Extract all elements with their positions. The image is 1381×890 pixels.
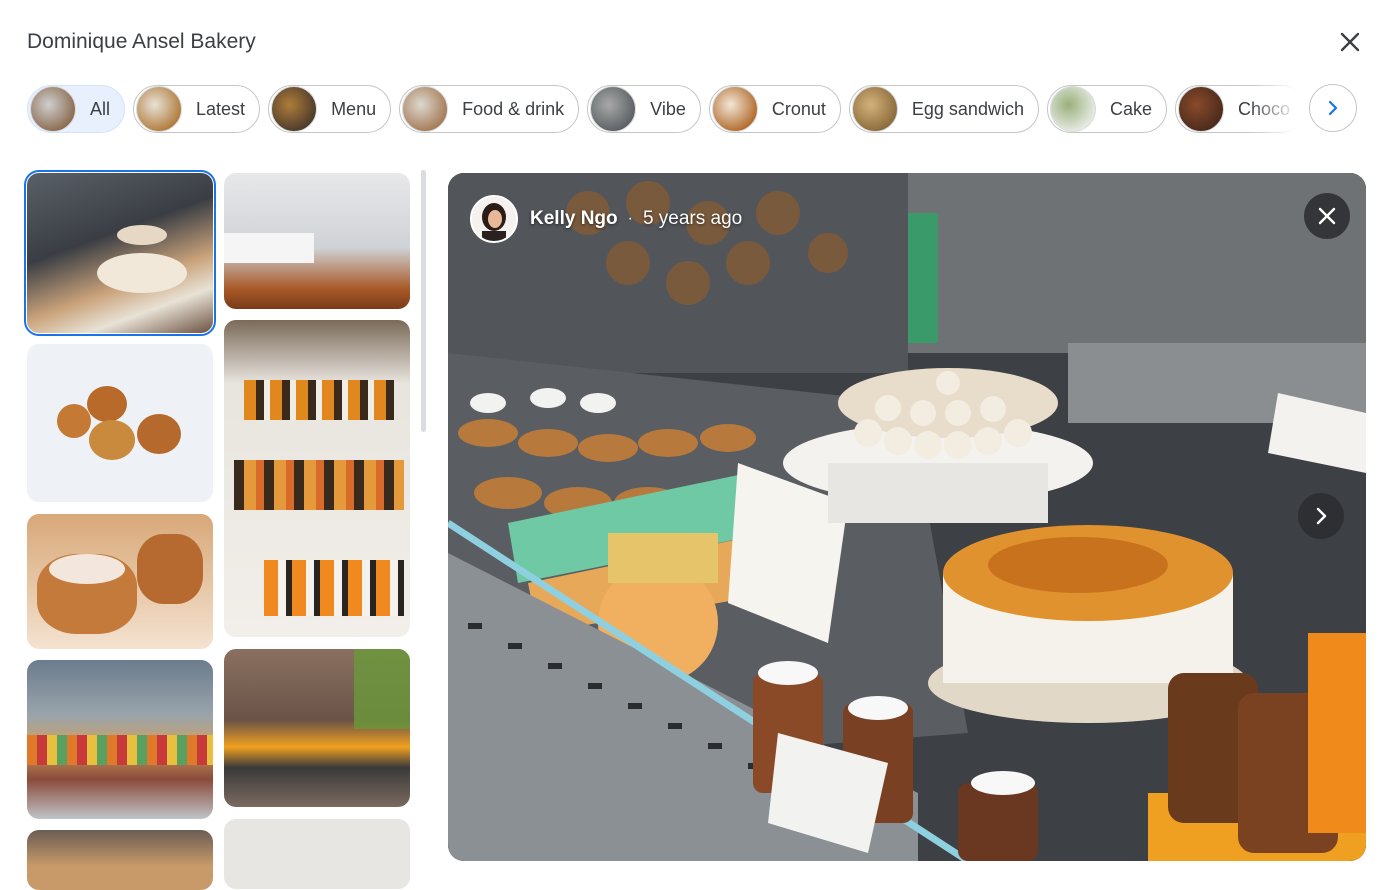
chip-label: Latest: [196, 98, 246, 119]
chip-thumbnail: [851, 86, 898, 132]
chip-label: Egg sandwich: [911, 98, 1024, 119]
chip-choco[interactable]: Choco: [1175, 85, 1299, 133]
close-icon: [1318, 207, 1336, 225]
grid-scrollbar[interactable]: [421, 170, 426, 432]
cookie-shape: [87, 386, 127, 422]
photo-thumbnail-signs[interactable]: [224, 819, 410, 889]
cronut-shape: [137, 534, 203, 604]
photo-thumbnail-croissant[interactable]: [27, 830, 213, 890]
counter-shape: [224, 233, 314, 263]
photo-thumbnail-cronut[interactable]: [27, 514, 213, 649]
shelf-products: [234, 460, 404, 510]
chip-label: Vibe: [650, 98, 686, 119]
tree-shape: [354, 649, 410, 729]
macaron-rows: [27, 735, 213, 765]
meringue-shape: [117, 225, 167, 245]
cake-shape: [97, 253, 187, 293]
close-button[interactable]: [1334, 26, 1366, 58]
avatar[interactable]: [470, 195, 518, 243]
chip-label: Cronut: [771, 98, 826, 119]
chevron-right-icon: [1328, 100, 1338, 116]
shelf-products: [244, 380, 394, 420]
cookie-shape: [57, 404, 91, 438]
cookie-shape: [137, 414, 181, 454]
shelf-products: [264, 560, 404, 616]
chip-menu[interactable]: Menu: [268, 85, 392, 133]
chips-next-button[interactable]: [1309, 84, 1357, 132]
photo-author: Kelly Ngo · 5 years ago: [470, 195, 742, 243]
chip-thumbnail: [402, 86, 449, 132]
chip-label: Choco: [1238, 98, 1291, 119]
chip-thumbnail: [30, 86, 76, 132]
chip-vibe[interactable]: Vibe: [587, 85, 701, 133]
chip-label: Menu: [331, 98, 377, 119]
chip-cake[interactable]: Cake: [1046, 85, 1167, 133]
chip-label: Food & drink: [462, 98, 565, 119]
photo-thumbnail-storefront[interactable]: [224, 649, 410, 807]
photo-age: 5 years ago: [642, 208, 743, 229]
separator: ·: [627, 210, 633, 227]
chip-label: All: [90, 98, 111, 119]
glaze-shape: [49, 554, 125, 584]
viewer-close-button[interactable]: [1304, 193, 1350, 239]
chip-food-drink[interactable]: Food & drink: [399, 85, 580, 133]
photo-viewer: Kelly Ngo · 5 years ago: [448, 173, 1366, 861]
chip-egg-sandwich[interactable]: Egg sandwich: [848, 85, 1039, 133]
next-photo-button[interactable]: [1298, 493, 1344, 539]
chip-thumbnail: [136, 86, 183, 132]
category-chips: All Latest Menu Food & drink Vibe Cronut Egg s…: [27, 83, 1299, 135]
close-icon: [1340, 32, 1360, 52]
chip-all[interactable]: All: [27, 85, 126, 133]
photo-thumbnail-macarons[interactable]: [27, 660, 213, 819]
chip-thumbnail: [1178, 86, 1224, 132]
chip-thumbnail: [271, 86, 318, 132]
photo-thumbnail-cookies[interactable]: [27, 344, 213, 502]
photo-thumbnail-shelves[interactable]: [224, 320, 410, 637]
chip-cronut[interactable]: Cronut: [708, 85, 841, 133]
chip-thumbnail: [711, 86, 758, 132]
chip-thumbnail: [590, 86, 637, 132]
chevron-right-icon: [1316, 507, 1327, 525]
page-title: Dominique Ansel Bakery: [27, 30, 256, 53]
chip-thumbnail: [1049, 86, 1096, 132]
chip-label: Cake: [1109, 98, 1152, 119]
photo-thumbnail-pastry-case[interactable]: [24, 170, 216, 336]
avatar-image: [472, 197, 516, 241]
photo-thumbnail-interior[interactable]: [224, 173, 410, 309]
chip-latest[interactable]: Latest: [133, 85, 261, 133]
cookie-shape: [89, 420, 135, 460]
author-name[interactable]: Kelly Ngo: [530, 208, 618, 230]
main-photo: [448, 173, 1366, 861]
